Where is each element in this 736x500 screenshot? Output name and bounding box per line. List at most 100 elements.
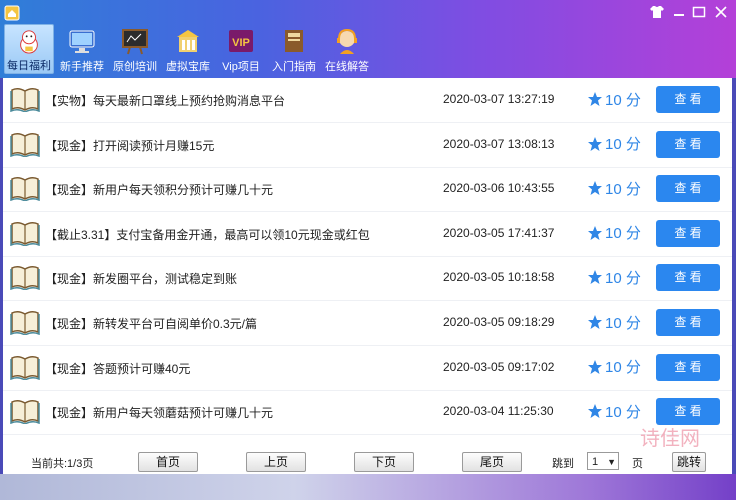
item-title: 【现金】新用户每天领积分预计可赚几十元 bbox=[45, 183, 274, 198]
close-icon[interactable] bbox=[712, 5, 730, 21]
lucky-cat-icon bbox=[20, 30, 38, 54]
list-item: 【现金】新发圈平台，测试稳定到账 2020-03-05 10:18:58 10 分查… bbox=[3, 256, 732, 302]
tab-label: Vip项目 bbox=[222, 61, 260, 73]
tab-label: 原创培训 bbox=[113, 61, 157, 73]
points-value: 10 分 bbox=[605, 359, 641, 377]
open-book-icon bbox=[10, 87, 40, 112]
view-button[interactable]: 查 看 bbox=[656, 86, 720, 113]
chevron-down-icon: ▼ bbox=[607, 457, 616, 467]
tab-vip-projects[interactable]: VIP Vip项目 bbox=[216, 24, 266, 74]
item-title: 【截止3.31】支付宝备用金开通，最高可以领10元现金或红包 bbox=[45, 227, 370, 242]
tab-online-support[interactable]: 在线解答 bbox=[322, 24, 372, 74]
skin-icon[interactable] bbox=[648, 5, 666, 21]
list-item: 【现金】新转发平台可自阅单价0.3元/篇 2020-03-05 09:18:29 1… bbox=[3, 301, 732, 346]
tab-newbie-recommend[interactable]: 新手推荐 bbox=[57, 24, 107, 74]
view-button[interactable]: 查 看 bbox=[656, 264, 720, 292]
points-value: 10 分 bbox=[605, 180, 641, 198]
item-title: 【现金】新发圈平台，测试稳定到账 bbox=[45, 272, 238, 287]
points-value: 10 分 bbox=[605, 403, 641, 421]
item-date: 2020-03-05 17:41:37 bbox=[443, 225, 555, 240]
points-value: 10 分 bbox=[605, 136, 641, 154]
main-toolbar: 每日福利 新手推荐 原创培训 虚拟宝库 VIP Vip项目 入门指南 在线解答 bbox=[4, 24, 375, 76]
page-select-value: 1 bbox=[592, 456, 599, 468]
item-points: 10 分 bbox=[587, 134, 641, 154]
jump-to-label: 跳到 bbox=[552, 458, 574, 470]
last-page-button[interactable]: 尾页 bbox=[462, 452, 522, 472]
item-title: 【现金】新转发平台可自阅单价0.3元/篇 bbox=[45, 317, 258, 331]
tab-daily-welfare[interactable]: 每日福利 bbox=[4, 24, 54, 74]
title-bar: 每日福利 新手推荐 原创培训 虚拟宝库 VIP Vip项目 入门指南 在线解答 bbox=[0, 0, 736, 78]
open-book-icon bbox=[10, 400, 40, 425]
list-item: 【现金】打开阅读预计月赚15元 2020-03-07 13:08:13 10 分查 … bbox=[3, 123, 732, 168]
star-icon bbox=[588, 92, 602, 106]
tab-original-training[interactable]: 原创培训 bbox=[110, 24, 160, 74]
view-button[interactable]: 查 看 bbox=[656, 219, 720, 247]
app-window: 每日福利 新手推荐 原创培训 虚拟宝库 VIP Vip项目 入门指南 在线解答 … bbox=[0, 0, 736, 500]
list-item: 【现金】新用户每天领蘑菇预计可赚几十元 2020-03-04 11:25:30 10… bbox=[3, 390, 732, 436]
page-indicator: 当前共:1/3页 bbox=[31, 458, 94, 470]
tab-label: 每日福利 bbox=[7, 60, 51, 72]
open-book-icon bbox=[10, 132, 40, 157]
item-date: 2020-03-06 10:43:55 bbox=[443, 181, 555, 196]
list-item: 【现金】新用户每天领积分预计可赚几十元 2020-03-06 10:43:55 10… bbox=[3, 167, 732, 213]
item-date: 2020-03-05 09:17:02 bbox=[443, 359, 555, 374]
item-date: 2020-03-07 13:08:13 bbox=[443, 136, 555, 151]
view-button[interactable]: 查 看 bbox=[656, 130, 720, 158]
star-icon bbox=[588, 270, 602, 285]
maximize-icon[interactable] bbox=[690, 5, 708, 21]
star-icon bbox=[588, 225, 602, 240]
open-book-icon bbox=[10, 221, 40, 246]
points-value: 10 分 bbox=[605, 225, 641, 243]
open-book-icon bbox=[10, 310, 40, 335]
chalkboard-icon bbox=[122, 29, 148, 55]
tab-getting-started[interactable]: 入门指南 bbox=[269, 24, 319, 74]
star-icon bbox=[588, 404, 602, 419]
next-page-button[interactable]: 下页 bbox=[354, 452, 414, 472]
jump-button[interactable]: 跳转 bbox=[672, 452, 706, 472]
star-icon bbox=[588, 315, 602, 329]
item-points: 10 分 bbox=[587, 267, 641, 287]
star-icon bbox=[588, 359, 602, 374]
list-item: 【现金】答题预计可赚40元 2020-03-05 09:17:02 10 分查 看 bbox=[3, 346, 732, 391]
tab-label: 在线解答 bbox=[325, 61, 369, 73]
item-points: 10 分 bbox=[587, 223, 641, 243]
item-date: 2020-03-07 13:27:19 bbox=[443, 92, 555, 106]
svg-text:VIP: VIP bbox=[232, 37, 250, 49]
first-page-button[interactable]: 首页 bbox=[138, 452, 198, 472]
star-icon bbox=[588, 181, 602, 196]
window-bottom-border bbox=[0, 474, 736, 500]
watermark: 诗佳网 bbox=[640, 428, 700, 450]
support-agent-icon bbox=[337, 28, 357, 54]
item-points: 10 分 bbox=[587, 357, 641, 377]
tab-label: 入门指南 bbox=[272, 61, 316, 73]
building-icon bbox=[177, 30, 199, 52]
item-title: 【实物】每天最新口罩线上预约抢购消息平台 bbox=[45, 94, 286, 108]
pagination-bar: 当前共:1/3页 首页 上页 下页 尾页 跳到 1 ▼ 页 跳转 bbox=[3, 446, 732, 474]
points-value: 10 分 bbox=[605, 91, 641, 109]
task-list: 【实物】每天最新口罩线上预约抢购消息平台 2020-03-07 13:27:19 1… bbox=[3, 78, 732, 474]
list-item: 【实物】每天最新口罩线上预约抢购消息平台 2020-03-07 13:27:19 1… bbox=[3, 78, 732, 123]
open-book-icon bbox=[10, 266, 40, 291]
item-title: 【现金】答题预计可赚40元 bbox=[45, 361, 191, 376]
minimize-icon[interactable] bbox=[670, 5, 688, 21]
view-button[interactable]: 查 看 bbox=[656, 353, 720, 381]
item-points: 10 分 bbox=[587, 178, 641, 198]
item-points: 10 分 bbox=[587, 401, 641, 421]
item-title: 【现金】新用户每天领蘑菇预计可赚几十元 bbox=[45, 406, 274, 421]
item-points: 10 分 bbox=[587, 312, 641, 332]
item-title: 【现金】打开阅读预计月赚15元 bbox=[45, 138, 215, 153]
tab-virtual-treasury[interactable]: 虚拟宝库 bbox=[163, 24, 213, 74]
view-button[interactable]: 查 看 bbox=[656, 309, 720, 336]
list-item: 【截止3.31】支付宝备用金开通，最高可以领10元现金或红包 2020-03-05… bbox=[3, 212, 732, 257]
item-date: 2020-03-05 09:18:29 bbox=[443, 315, 555, 329]
view-button[interactable]: 查 看 bbox=[656, 175, 720, 203]
open-book-icon bbox=[10, 355, 40, 380]
prev-page-button[interactable]: 上页 bbox=[246, 452, 306, 472]
monitor-icon bbox=[69, 30, 95, 53]
open-book-icon bbox=[10, 177, 40, 202]
tab-label: 虚拟宝库 bbox=[166, 61, 210, 73]
points-value: 10 分 bbox=[605, 269, 641, 287]
page-unit-label: 页 bbox=[632, 458, 643, 470]
page-select[interactable]: 1 ▼ bbox=[587, 452, 619, 470]
item-points: 10 分 bbox=[587, 89, 641, 109]
